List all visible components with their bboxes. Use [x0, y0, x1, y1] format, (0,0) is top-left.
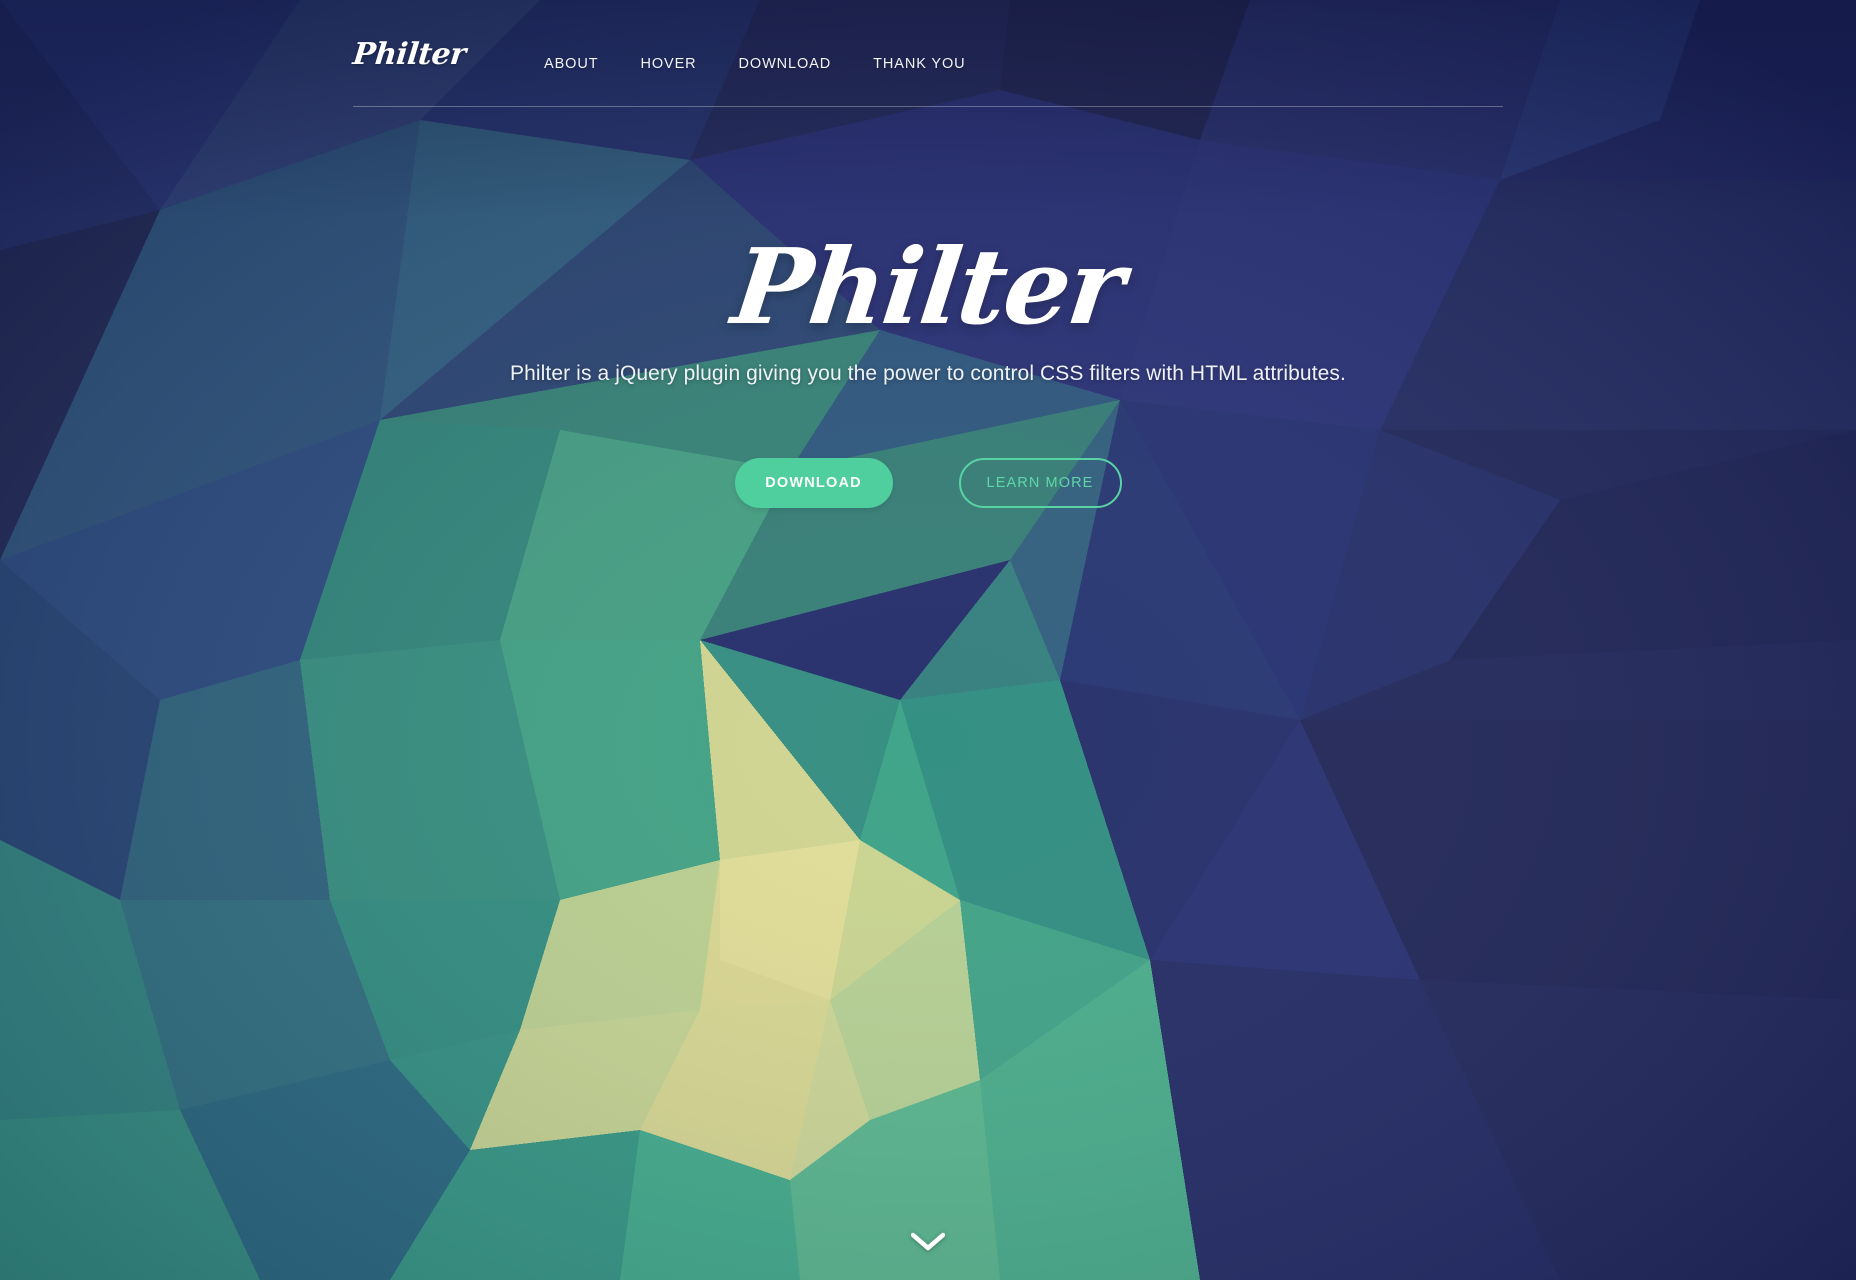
learn-more-button[interactable]: LEARN MORE	[958, 457, 1122, 508]
scroll-down-button[interactable]	[911, 1232, 945, 1252]
hero-actions: DOWNLOAD LEARN MORE	[343, 457, 1513, 508]
nav-item-hover[interactable]: HOVER	[619, 52, 717, 76]
page-root: Philter ABOUT HOVER DOWNLOAD THANK YOU P…	[0, 0, 1856, 1280]
site-header: Philter ABOUT HOVER DOWNLOAD THANK YOU	[0, 0, 1856, 140]
hero-tagline: Philter is a jQuery plugin giving you th…	[510, 362, 1346, 386]
hero-content: Philter Philter is a jQuery plugin givin…	[343, 225, 1513, 508]
nav-item-about[interactable]: ABOUT	[523, 52, 619, 76]
nav-item-thank-you[interactable]: THANK YOU	[852, 52, 986, 76]
header-divider	[353, 106, 1503, 107]
download-button[interactable]: DOWNLOAD	[734, 457, 893, 508]
header-inner: Philter ABOUT HOVER DOWNLOAD THANK YOU	[343, 0, 1513, 140]
brand-logo[interactable]: Philter	[351, 37, 467, 72]
hero-title: Philter	[726, 225, 1130, 348]
chevron-down-icon	[911, 1232, 945, 1251]
main-nav: ABOUT HOVER DOWNLOAD THANK YOU	[523, 52, 987, 76]
nav-item-download[interactable]: DOWNLOAD	[718, 52, 853, 76]
low-poly-background	[0, 0, 1856, 1280]
